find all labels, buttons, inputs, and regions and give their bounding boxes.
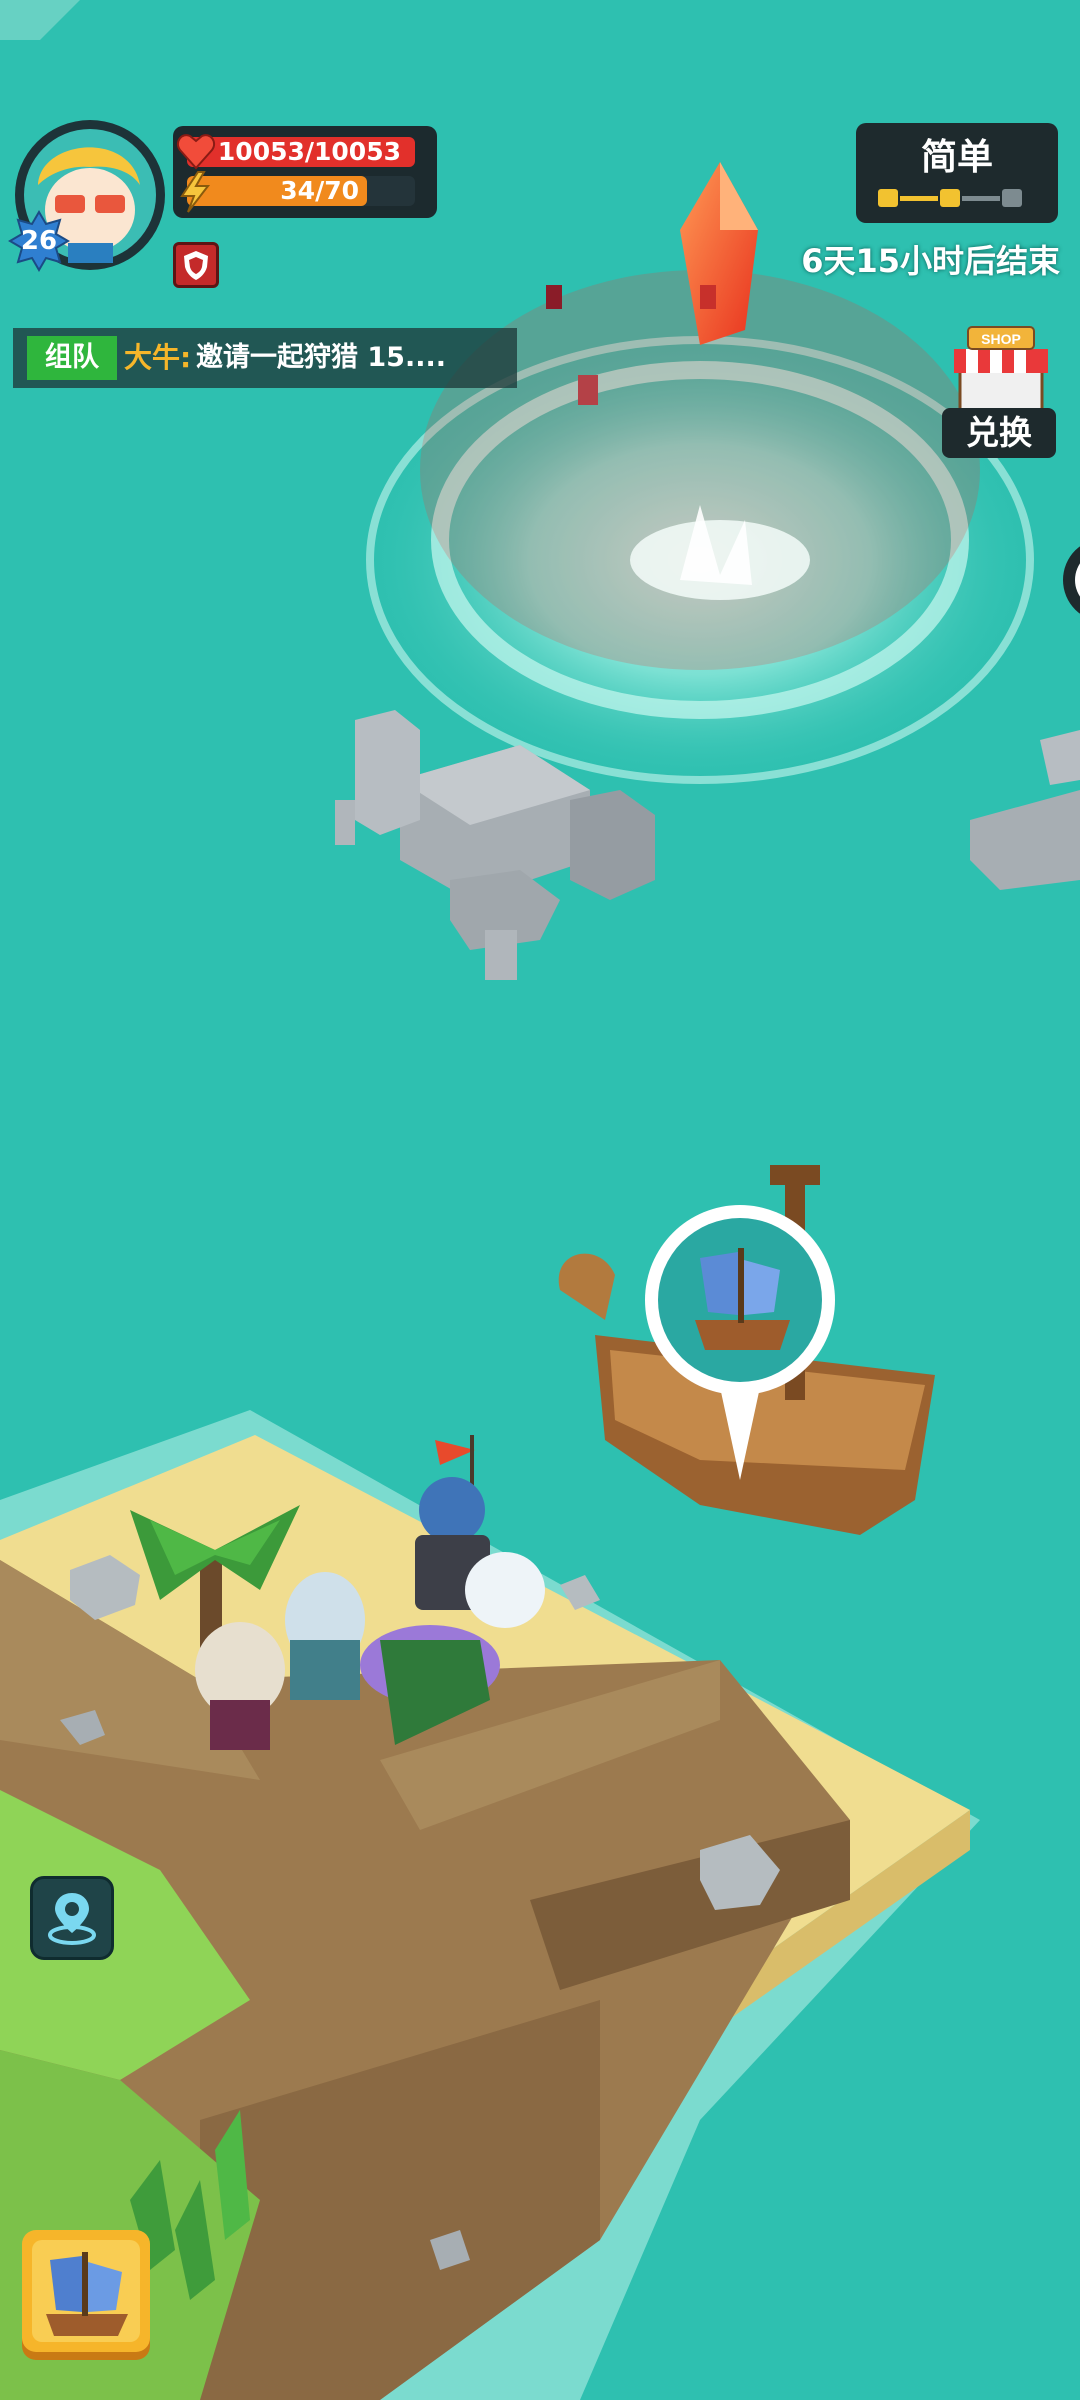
locate-button[interactable] [30, 1876, 114, 1960]
shield-glyph [184, 251, 208, 280]
boat-marker-pin[interactable] [640, 1200, 840, 1490]
location-pin-icon [48, 1893, 96, 1945]
shield-icon[interactable] [173, 242, 219, 288]
difficulty-step-2 [940, 189, 960, 207]
side-panel-toggle[interactable] [1060, 535, 1080, 625]
chat-message: 邀请一起狩猎 15.... [196, 342, 447, 373]
difficulty-link-2 [962, 196, 1000, 201]
shop-sign: SHOP [981, 331, 1021, 347]
difficulty-step-1 [878, 189, 898, 207]
difficulty-link-1 [900, 196, 938, 201]
energy-value: 34/70 [280, 176, 359, 205]
exchange-button[interactable]: 兑换 [942, 408, 1056, 458]
player-level: 26 [20, 226, 58, 256]
event-countdown: 6天15小时后结束 [801, 242, 1060, 280]
ship-button[interactable] [18, 2228, 154, 2364]
team-tag: 组队 [27, 336, 117, 380]
difficulty-step-3 [1002, 189, 1022, 207]
hp-value: 10053/10053 [217, 137, 401, 166]
difficulty-label: 简单 [920, 137, 993, 178]
difficulty-progress [878, 189, 1022, 207]
chat-speaker: 大牛: [124, 341, 192, 374]
